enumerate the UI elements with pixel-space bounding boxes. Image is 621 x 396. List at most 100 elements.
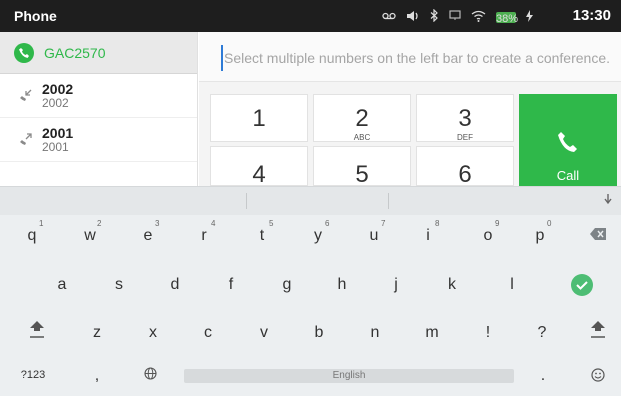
suggestion-strip [0,187,621,215]
suggestion-divider [388,193,389,209]
key-letter: q [27,227,37,244]
key-b[interactable]: b [304,324,334,342]
voicemail-icon [382,11,396,25]
key-q[interactable]: q1 [17,219,47,245]
call-log-item[interactable]: 2001 2001 [0,118,197,162]
bluetooth-icon [430,8,439,26]
key-hint: 0 [547,219,552,228]
key-digit: 5 [355,161,369,188]
key-v[interactable]: v [249,324,279,342]
key-question[interactable]: ? [527,324,557,342]
period-key[interactable]: . [528,367,558,385]
key-digit: 4 [252,161,266,188]
key-z[interactable]: z [82,324,112,342]
key-letter: t [259,227,265,244]
key-letter: p [535,227,545,244]
enter-check-icon[interactable] [567,273,597,302]
key-y[interactable]: y6 [303,219,333,245]
key-s[interactable]: s [104,276,134,294]
charging-icon [526,9,533,26]
dialpad-key-1[interactable]: 1 [210,94,308,142]
key-m[interactable]: m [417,324,447,342]
key-hint: 5 [269,219,274,228]
call-button[interactable]: Call [519,94,617,186]
shift-icon[interactable] [22,319,52,344]
wifi-icon [471,10,486,26]
emoji-icon[interactable] [583,368,613,387]
backspace-icon[interactable] [583,227,613,245]
dialpad-key-6[interactable]: 6 [416,146,514,188]
call-log-sub: 2001 [42,139,69,154]
key-h[interactable]: h [327,276,357,294]
battery-icon: 38% [496,12,519,25]
key-exclamation[interactable]: ! [473,324,503,342]
dialpad-key-5[interactable]: 5 [313,146,411,188]
key-w[interactable]: w2 [75,219,105,245]
space-bar[interactable]: English [184,369,514,383]
phone-icon [14,42,34,63]
key-hint: 8 [435,219,440,228]
key-i[interactable]: i8 [413,219,443,245]
key-digit: 6 [458,161,472,188]
key-t[interactable]: t5 [247,219,277,245]
volume-icon [406,10,420,26]
key-u[interactable]: u7 [359,219,389,245]
account-row[interactable]: GAC2570 [0,32,197,74]
suggestion-divider [246,193,247,209]
dialpad-key-2[interactable]: 2 ABC [313,94,411,142]
key-letter: r [201,227,207,244]
call-button-label: Call [556,168,580,183]
clock: 13:30 [572,7,611,24]
key-letter: i [426,227,430,244]
key-digit: 3 [458,105,472,132]
key-hint: 7 [381,219,386,228]
key-digit: 1 [252,105,266,132]
key-e[interactable]: e3 [133,219,163,245]
key-letters: ABC [353,133,371,142]
soft-keyboard: q1 w2 e3 r4 t5 y6 u7 i8 o9 p0 a s d f g … [0,186,621,396]
key-l[interactable]: l [497,276,527,294]
key-d[interactable]: d [160,276,190,294]
key-g[interactable]: g [272,276,302,294]
key-j[interactable]: j [381,276,411,294]
text-cursor [221,45,223,71]
call-log-number: 2001 [42,124,74,141]
key-c[interactable]: c [193,324,223,342]
key-hint: 4 [211,219,216,228]
status-bar: Phone 38% 13:30 [0,0,621,32]
key-letter: e [143,227,153,244]
key-a[interactable]: a [47,276,77,294]
keyboard-collapse-icon[interactable] [603,193,613,208]
key-k[interactable]: k [437,276,467,294]
key-hint: 2 [97,219,102,228]
globe-icon[interactable] [135,367,165,385]
status-icons: 38% [382,8,533,26]
number-input[interactable]: Select multiple numbers on the left bar … [199,32,621,82]
outgoing-call-icon [18,132,34,148]
symbols-key[interactable]: ?123 [18,369,48,381]
shift-icon[interactable] [583,319,613,344]
key-hint: 9 [495,219,500,228]
key-hint: 1 [39,219,44,228]
key-f[interactable]: f [216,276,246,294]
key-letter: y [314,227,322,244]
call-log-number: 2002 [42,80,74,97]
call-log-item[interactable]: 2002 2002 [0,74,197,118]
key-n[interactable]: n [360,324,390,342]
key-letter: u [369,227,379,244]
number-input-hint: Select multiple numbers on the left bar … [224,50,610,66]
left-panel: GAC2570 2002 2002 2001 2001 [0,32,198,186]
key-letter: w [84,227,96,244]
key-o[interactable]: o9 [473,219,503,245]
key-hint: 3 [155,219,160,228]
key-r[interactable]: r4 [189,219,219,245]
key-letter: o [483,227,493,244]
dialer-panel: Select multiple numbers on the left bar … [199,32,621,188]
dialpad-key-3[interactable]: 3 DEF [416,94,514,142]
account-name: GAC2570 [44,44,106,61]
key-x[interactable]: x [138,324,168,342]
dialpad-key-4[interactable]: 4 [210,146,308,188]
screen-icon [449,10,461,25]
comma-key[interactable]: , [82,367,112,385]
key-p[interactable]: p0 [525,219,555,245]
